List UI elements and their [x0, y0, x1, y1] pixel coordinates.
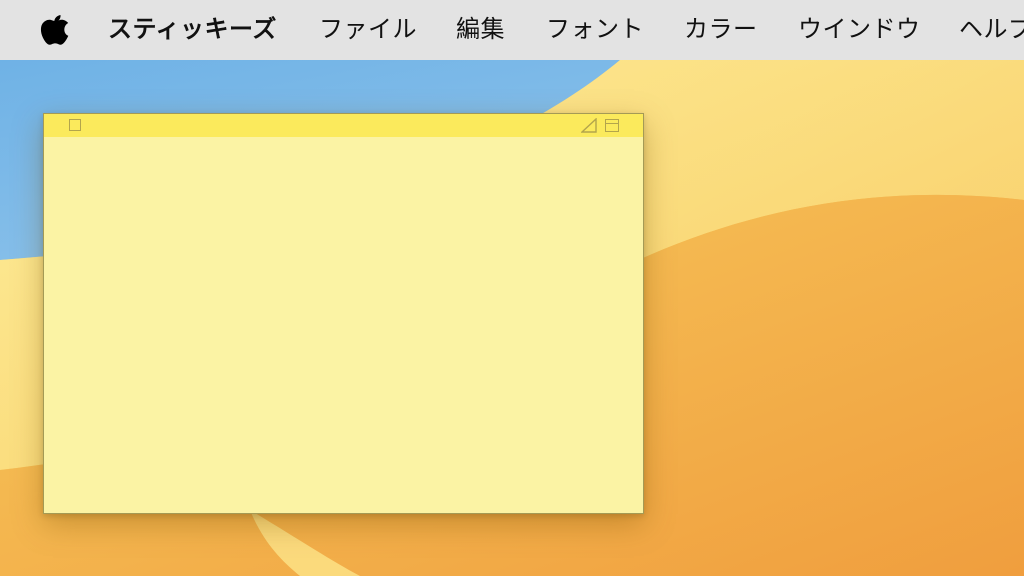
menu-edit[interactable]: 編集: [456, 0, 505, 60]
menu-window[interactable]: ウインドウ: [798, 0, 921, 60]
apple-logo-icon[interactable]: [40, 13, 70, 45]
menu-font[interactable]: フォント: [546, 0, 644, 60]
menu-app-name[interactable]: スティッキーズ: [108, 0, 277, 60]
menu-bar: スティッキーズ ファイル 編集 フォント カラー ウインドウ ヘルプ: [0, 0, 1024, 60]
sticky-note-titlebar[interactable]: [44, 114, 643, 137]
zoom-corner-icon[interactable]: [581, 118, 597, 133]
menu-help[interactable]: ヘルプ: [959, 0, 1024, 60]
collapse-box-icon[interactable]: [605, 119, 619, 132]
sticky-note-text-area[interactable]: [44, 137, 643, 513]
menu-file[interactable]: ファイル: [319, 0, 417, 60]
close-box-icon[interactable]: [69, 119, 81, 131]
sticky-note-window[interactable]: [43, 113, 644, 514]
menu-color[interactable]: カラー: [684, 0, 758, 60]
desktop: スティッキーズ ファイル 編集 フォント カラー ウインドウ ヘルプ: [0, 0, 1024, 576]
